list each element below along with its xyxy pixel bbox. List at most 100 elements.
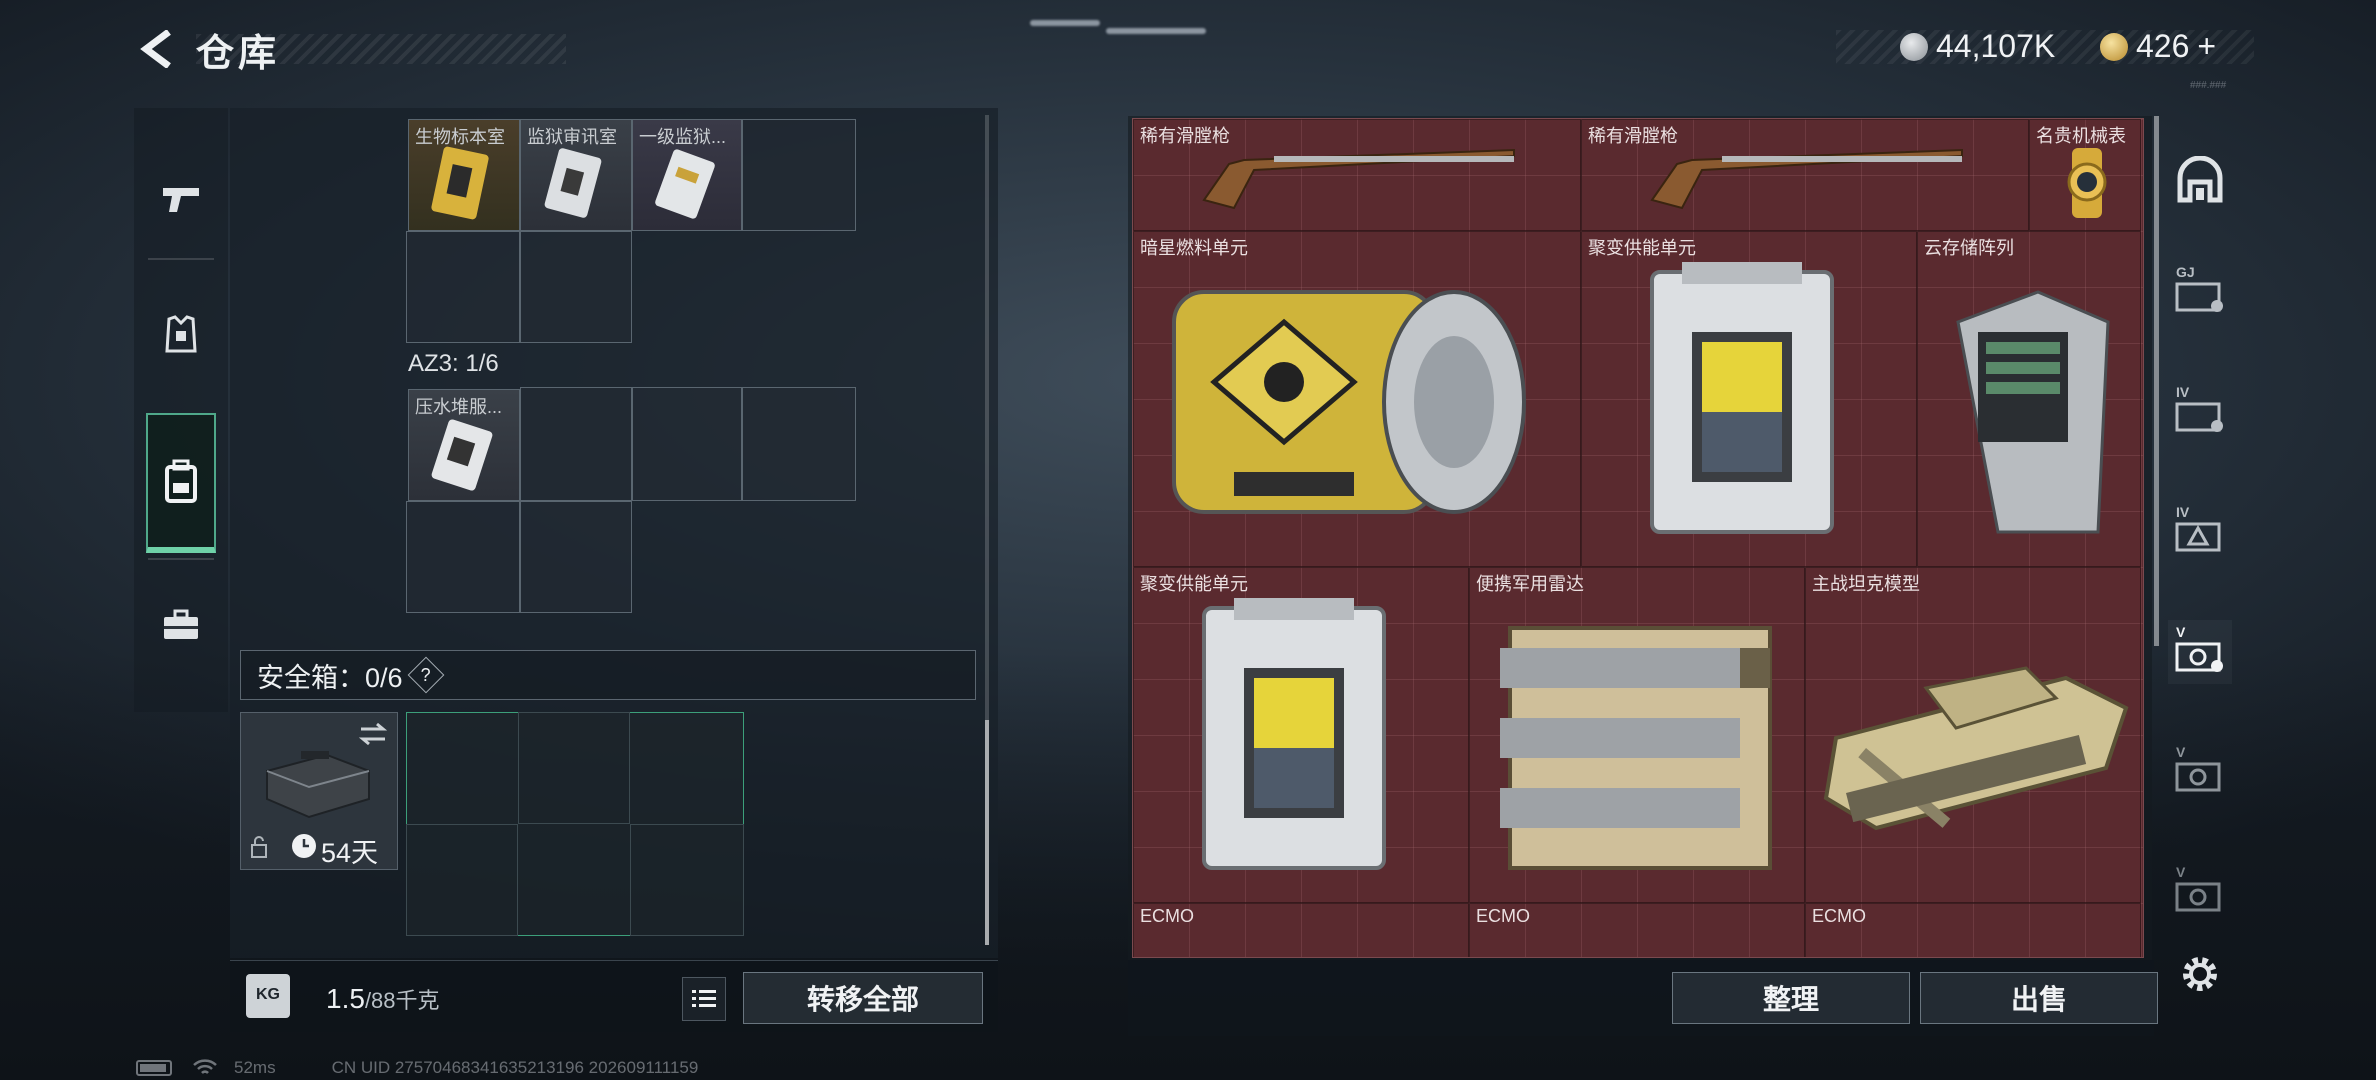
storage-item[interactable]: ECMO <box>1469 903 1805 957</box>
back-arrow-icon <box>140 30 171 68</box>
storage-item[interactable]: 名贵机械表 <box>2029 119 2141 231</box>
inventory-item[interactable]: 生物标本室 <box>408 119 520 231</box>
status-bar: 52ms CN UID 27570468341635213196 2026091… <box>136 1058 698 1078</box>
storage-item[interactable]: 稀有滑膛枪 <box>1133 119 1581 231</box>
grid-slot[interactable] <box>520 231 632 343</box>
tab-label: GJ <box>2176 264 2195 280</box>
tank-model-icon <box>1823 666 2129 831</box>
weight-current: 1.5 <box>326 983 365 1014</box>
storage-item[interactable]: ECMO <box>1805 903 2141 957</box>
az3-capacity: AZ3: 1/6 <box>408 350 499 377</box>
pistol-icon <box>163 188 199 212</box>
fuel-cell-icon <box>1172 290 1526 514</box>
tab-storage-iv[interactable]: IV <box>2168 380 2232 444</box>
storage-item[interactable]: 便携军用雷达 <box>1469 567 1805 903</box>
safe-box-label: 安全箱：0/6 <box>257 662 403 693</box>
gold-amount: 426 <box>2136 28 2190 64</box>
storage-item[interactable]: 暗星燃料单元 <box>1133 231 1581 567</box>
grid-slot[interactable] <box>520 501 632 613</box>
left-sidebar <box>134 108 228 712</box>
item-label: 名贵机械表 <box>2036 126 2126 146</box>
settings-button[interactable] <box>2178 952 2222 996</box>
grid-slot[interactable] <box>632 387 742 501</box>
keycard-icon <box>655 149 715 219</box>
tab-backpack[interactable] <box>146 413 216 553</box>
item-label: 稀有滑膛枪 <box>1588 126 1678 146</box>
grid-slot[interactable] <box>520 387 632 501</box>
tab-label: V <box>2176 864 2186 880</box>
fusion-cell-icon <box>1650 262 1834 534</box>
inventory-scroll-thumb[interactable] <box>985 720 989 945</box>
inventory-item[interactable]: 一级监狱... <box>632 119 742 231</box>
storage-item[interactable]: ECMO <box>1133 903 1469 957</box>
grid-slot[interactable] <box>518 712 630 824</box>
storage-item[interactable]: 稀有滑膛枪 <box>1581 119 2029 231</box>
safe-case-card[interactable]: 54天 <box>240 712 398 870</box>
sidebar-divider <box>148 258 214 260</box>
tab-base[interactable] <box>2168 148 2232 212</box>
currency-gold[interactable]: 426 + <box>2100 28 2216 65</box>
grid-slot[interactable] <box>406 824 518 936</box>
storage-item[interactable]: 主战坦克模型 <box>1805 567 2141 903</box>
armor-vest-icon <box>165 315 197 353</box>
back-button[interactable] <box>136 28 178 70</box>
item-label: 便携军用雷达 <box>1476 574 1584 594</box>
sell-button[interactable]: 出售 <box>1920 972 2158 1024</box>
uid-text: CN UID 27570468341635213196 202609111159 <box>331 1058 699 1077</box>
radar-icon <box>1500 626 1772 870</box>
base-icon <box>2177 156 2223 203</box>
weight-icon: KG <box>246 974 290 1018</box>
tab-case[interactable] <box>134 578 228 672</box>
item-label: 稀有滑膛枪 <box>1140 126 1230 146</box>
storage-item[interactable]: 云存储阵列 <box>1917 231 2141 567</box>
gear-icon <box>2183 957 2217 991</box>
weight-display: 1.5/88千克 <box>326 983 440 1015</box>
safe-box-header: 安全箱：0/6 ? <box>240 650 976 700</box>
inventory-item[interactable]: 压水堆服... <box>408 389 520 501</box>
briefcase-icon <box>164 609 198 639</box>
item-label: 聚变供能单元 <box>1140 574 1248 594</box>
item-label: ECMO <box>1140 906 1194 926</box>
case-days: 54天 <box>321 838 379 868</box>
keycard-icon <box>544 148 602 218</box>
storage-item[interactable]: 聚变供能单元 <box>1133 567 1469 903</box>
inventory-item[interactable]: 监狱审讯室 <box>520 119 632 231</box>
storage-item[interactable]: 聚变供能单元 <box>1581 231 1917 567</box>
gold-coin-icon <box>2100 32 2128 61</box>
add-gold-icon[interactable]: + <box>2197 28 2216 65</box>
item-label: 聚变供能单元 <box>1588 238 1696 258</box>
grid-slot[interactable] <box>742 387 856 501</box>
list-view-button[interactable] <box>682 977 726 1021</box>
transfer-all-button[interactable]: 转移全部 <box>743 972 983 1024</box>
tab-storage-iv-alert[interactable]: IV <box>2168 500 2232 564</box>
sidebar-divider <box>148 558 214 560</box>
battery-icon <box>136 1060 172 1076</box>
backpack-icon <box>165 459 197 503</box>
item-label: ECMO <box>1812 906 1866 926</box>
item-label: 暗星燃料单元 <box>1140 238 1248 258</box>
tab-armor[interactable] <box>134 288 228 382</box>
storage-array-icon <box>1956 290 2110 534</box>
tab-storage-v-active[interactable]: V <box>2168 620 2232 684</box>
keycard-icon <box>431 146 489 220</box>
grid-slot[interactable] <box>406 501 520 613</box>
grid-slot[interactable] <box>406 231 520 343</box>
tab-label: V <box>2176 624 2186 640</box>
sort-button[interactable]: 整理 <box>1672 972 1910 1024</box>
ceiling-light <box>1106 28 1206 34</box>
tab-label: IV <box>2176 504 2190 520</box>
tab-storage-v[interactable]: V <box>2168 740 2232 804</box>
silver-coin-icon <box>1900 32 1928 61</box>
item-label: 云存储阵列 <box>1924 238 2014 258</box>
tab-storage-gj[interactable]: GJ <box>2168 260 2232 324</box>
help-icon[interactable]: ? <box>407 656 444 694</box>
tab-weapon[interactable] <box>134 152 228 246</box>
right-sidebar: GJ IV IV V V V <box>2156 130 2246 950</box>
grid-slot[interactable] <box>742 119 856 231</box>
tab-storage-v-2[interactable]: V <box>2168 860 2232 924</box>
tab-label: IV <box>2176 384 2190 400</box>
safe-case-icon <box>266 751 370 819</box>
clock-icon <box>292 834 316 858</box>
item-label: 主战坦克模型 <box>1812 574 1920 594</box>
grid-slot[interactable] <box>630 824 744 936</box>
